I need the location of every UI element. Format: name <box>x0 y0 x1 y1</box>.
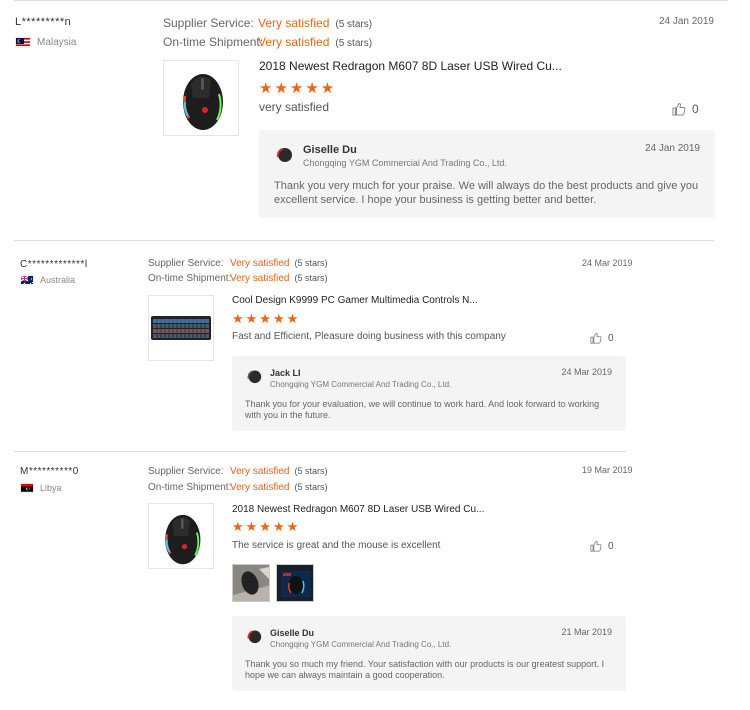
shipment-value: Very satisfied <box>230 482 290 493</box>
supplier-service-label: Supplier Service: <box>163 16 254 30</box>
shipment-label: On-time Shipment: <box>163 35 264 49</box>
like-count: 0 <box>608 540 614 552</box>
country-name: Libya <box>40 483 62 493</box>
divider <box>14 240 714 241</box>
like-button[interactable]: 0 <box>590 540 614 552</box>
seller-avatar-icon <box>245 626 263 644</box>
thumbs-up-icon <box>590 332 602 344</box>
product-title[interactable]: 2018 Newest Redragon M607 8D Laser USB W… <box>259 59 562 73</box>
shipment-label: On-time Shipment: <box>148 273 232 284</box>
review-date: 24 Mar 2019 <box>582 258 633 268</box>
supplier-service-value: Very satisfied <box>258 16 330 30</box>
shipment-label: On-time Shipment: <box>148 482 232 493</box>
reply-text: Thank you very much for your praise. We … <box>274 180 699 206</box>
shipment-stars: (5 stars) <box>335 38 373 49</box>
malaysia-flag-icon <box>15 37 31 48</box>
seller-company: Chongqing YGM Commercial And Trading Co.… <box>303 158 507 168</box>
shipment-rating: On-time Shipment: Very satisfied (5 star… <box>148 482 328 493</box>
divider <box>14 0 728 1</box>
mouse-photo-image <box>233 565 269 601</box>
libya-flag-icon <box>20 483 34 493</box>
shipment-rating: On-time Shipment: Very satisfied (5 star… <box>148 273 328 284</box>
seller-reply: Jack LI Chongqing YGM Commercial And Tra… <box>232 356 626 431</box>
supplier-service-stars: (5 stars) <box>294 466 328 476</box>
australia-flag-icon <box>20 275 34 285</box>
divider <box>14 451 626 452</box>
review-comment: very satisfied <box>259 100 330 114</box>
seller-company: Chongqing YGM Commercial And Trading Co.… <box>270 640 452 649</box>
buyer-name: C*************l <box>20 259 88 270</box>
seller-avatar-icon <box>274 143 294 163</box>
supplier-service-rating: Supplier Service: Very satisfied (5 star… <box>163 16 372 30</box>
supplier-service-stars: (5 stars) <box>335 19 373 30</box>
supplier-service-value: Very satisfied <box>230 466 290 477</box>
supplier-service-label: Supplier Service: <box>148 466 224 477</box>
star-rating: ★★★★★ <box>232 311 301 326</box>
reply-date: 24 Mar 2019 <box>561 367 612 377</box>
product-title[interactable]: Cool Design K9999 PC Gamer Multimedia Co… <box>232 295 478 306</box>
buyer-country: Australia <box>20 275 75 285</box>
seller-reply: Giselle Du Chongqing YGM Commercial And … <box>259 130 715 218</box>
buyer-name: M**********0 <box>20 466 79 477</box>
like-button[interactable]: 0 <box>590 332 614 344</box>
gaming-mouse-image <box>183 74 223 130</box>
country-name: Malaysia <box>37 37 77 48</box>
seller-company: Chongqing YGM Commercial And Trading Co.… <box>270 380 452 389</box>
product-thumbnail[interactable] <box>148 295 214 361</box>
like-button[interactable]: 0 <box>672 102 699 116</box>
supplier-service-rating: Supplier Service: Very satisfied (5 star… <box>148 466 328 477</box>
reply-date: 24 Jan 2019 <box>644 143 700 154</box>
product-title[interactable]: 2018 Newest Redragon M607 8D Laser USB W… <box>232 504 484 515</box>
keyboard-image <box>151 316 211 340</box>
shipment-stars: (5 stars) <box>294 482 328 492</box>
seller-name: Giselle Du <box>303 144 357 156</box>
review-photo[interactable] <box>232 564 270 602</box>
supplier-service-value: Very satisfied <box>230 258 290 269</box>
buyer-country: Libya <box>20 483 62 493</box>
seller-name: Giselle Du <box>270 628 315 638</box>
reply-text: Thank you so much my friend. Your satisf… <box>245 659 605 681</box>
thumbs-up-icon <box>590 540 602 552</box>
thumbs-up-icon <box>672 102 686 116</box>
seller-name: Jack LI <box>270 368 301 378</box>
shipment-stars: (5 stars) <box>294 273 328 283</box>
mouse-box-photo-image <box>277 565 313 601</box>
supplier-service-rating: Supplier Service: Very satisfied (5 star… <box>148 258 328 269</box>
supplier-service-stars: (5 stars) <box>294 258 328 268</box>
star-rating: ★★★★★ <box>232 519 301 534</box>
seller-reply: Giselle Du Chongqing YGM Commercial And … <box>232 616 626 691</box>
reply-text: Thank you for your evaluation, we will c… <box>245 399 600 421</box>
review-date: 19 Mar 2019 <box>582 465 633 475</box>
review-date: 24 Jan 2019 <box>658 16 714 27</box>
reply-date: 21 Mar 2019 <box>561 627 612 637</box>
supplier-service-label: Supplier Service: <box>148 258 224 269</box>
review-comment: Fast and Efficient, Pleasure doing busin… <box>232 331 506 342</box>
product-thumbnail[interactable] <box>148 503 214 569</box>
gaming-mouse-image <box>165 514 201 565</box>
review-photo[interactable] <box>276 564 314 602</box>
seller-avatar-icon <box>245 366 263 384</box>
like-count: 0 <box>608 332 614 344</box>
product-thumbnail[interactable] <box>163 60 239 136</box>
like-count: 0 <box>692 102 699 116</box>
shipment-value: Very satisfied <box>230 273 290 284</box>
shipment-value: Very satisfied <box>258 35 330 49</box>
buyer-country: Malaysia <box>15 37 76 48</box>
country-name: Australia <box>40 275 76 285</box>
shipment-rating: On-time Shipment: Very satisfied (5 star… <box>163 35 372 49</box>
star-rating: ★★★★★ <box>259 80 337 97</box>
review-comment: The service is great and the mouse is ex… <box>232 540 441 551</box>
buyer-name: L*********n <box>15 16 72 28</box>
